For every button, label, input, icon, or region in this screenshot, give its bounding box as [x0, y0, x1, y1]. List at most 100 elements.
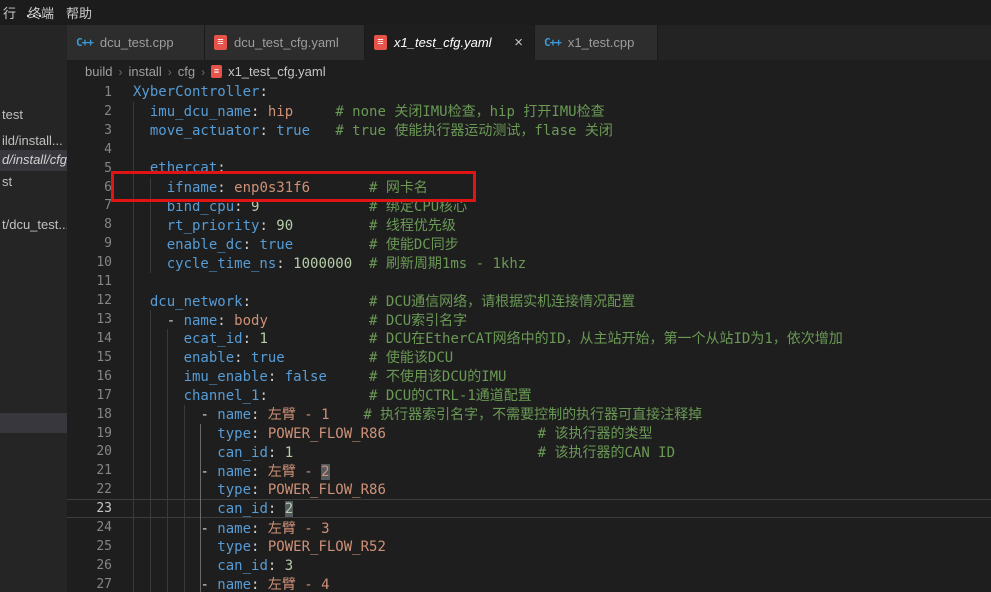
code-line-text[interactable]: - name: 左臂 - 1 # 执行器索引名字，不需要控制的执行器可直接注释掉 — [133, 404, 702, 424]
sidebar-item[interactable]: d/install/cfg — [2, 152, 67, 167]
line-number[interactable]: 6 — [67, 180, 112, 195]
code-line-text[interactable]: - name: 左臂 - 2 — [133, 461, 330, 481]
code-line[interactable]: 24 - name: 左臂 - 3 — [67, 518, 991, 537]
tab-dcu-test-cpp[interactable]: C++dcu_test.cpp — [67, 25, 205, 60]
code-line-text[interactable]: type: POWER_FLOW_R86 # 该执行器的类型 — [133, 423, 652, 443]
editor-pane[interactable]: 1 XyberController: 2 imu_dcu_name: hip # n… — [67, 83, 991, 592]
breadcrumb-item[interactable]: cfg — [178, 64, 195, 79]
line-number[interactable]: 19 — [67, 426, 112, 441]
code-line[interactable]: 2 imu_dcu_name: hip # none 关闭IMU检查，hip 打… — [67, 102, 991, 121]
code-line[interactable]: 11 — [67, 272, 991, 291]
code-line[interactable]: 27 - name: 左臂 - 4 — [67, 575, 991, 592]
line-number[interactable]: 2 — [67, 104, 112, 119]
cpp-file-icon: C++ — [76, 36, 93, 49]
line-number[interactable]: 21 — [67, 463, 112, 478]
code-line[interactable]: 3 move_actuator: true # true 使能执行器运动测试，f… — [67, 121, 991, 140]
line-number[interactable]: 1 — [67, 85, 112, 100]
code-line-text[interactable]: enable_dc: true # 使能DC同步 — [133, 234, 459, 254]
line-number[interactable]: 11 — [67, 274, 112, 289]
menu-item[interactable]: 行 — [3, 3, 22, 22]
line-number[interactable]: 15 — [67, 350, 112, 365]
yaml-file-icon: ≡ — [374, 35, 387, 50]
code-line[interactable]: 19 type: POWER_FLOW_R86 # 该执行器的类型 — [67, 424, 991, 443]
line-number[interactable]: 9 — [67, 236, 112, 251]
line-number[interactable]: 22 — [67, 482, 112, 497]
line-number[interactable]: 27 — [67, 577, 112, 592]
line-number[interactable]: 16 — [67, 369, 112, 384]
sidebar-item[interactable]: ild/install... — [2, 133, 63, 148]
code-line-text[interactable]: imu_dcu_name: hip # none 关闭IMU检查，hip 打开I… — [133, 101, 605, 121]
cpp-file-icon: C++ — [544, 36, 561, 49]
vscode-window: 行终端帮助 test ild/install... d/install/cfg st t… — [0, 0, 991, 592]
code-line[interactable]: 16 imu_enable: false # 不使用该DCU的IMU — [67, 367, 991, 386]
line-number[interactable]: 26 — [67, 558, 112, 573]
code-line-text[interactable]: dcu_network: # DCU通信网络，请根据实机连接情况配置 — [133, 291, 635, 311]
breadcrumb-separator-icon: › — [118, 65, 122, 79]
line-number[interactable]: 10 — [67, 255, 112, 270]
breadcrumb-item[interactable]: build — [85, 64, 112, 79]
sidebar-selection-bar[interactable] — [0, 413, 67, 433]
code-line[interactable]: 26 can_id: 3 — [67, 556, 991, 575]
code-line-text[interactable]: channel_1: # DCU的CTRL-1通道配置 — [133, 385, 532, 405]
line-number[interactable]: 8 — [67, 217, 112, 232]
code-line-text[interactable]: enable: true # 使能该DCU — [133, 347, 453, 367]
code-line[interactable]: 25 type: POWER_FLOW_R52 — [67, 537, 991, 556]
line-number[interactable]: 25 — [67, 539, 112, 554]
sidebar-item[interactable]: st — [2, 174, 12, 189]
code-line-text[interactable]: can_id: 1 # 该执行器的CAN ID — [133, 442, 675, 462]
line-number[interactable]: 20 — [67, 444, 112, 459]
menu-item[interactable]: 帮助 — [60, 3, 98, 22]
code-line-text[interactable]: move_actuator: true # true 使能执行器运动测试，fla… — [133, 120, 613, 140]
line-number[interactable]: 4 — [67, 142, 112, 157]
code-line[interactable]: 23 can_id: 2 — [67, 499, 991, 518]
line-number[interactable]: 13 — [67, 312, 112, 327]
code-line[interactable]: 13 - name: body # DCU索引名字 — [67, 310, 991, 329]
code-line[interactable]: 1 XyberController: — [67, 83, 991, 102]
code-line-text[interactable]: cycle_time_ns: 1000000 # 刷新周期1ms - 1khz — [133, 253, 526, 273]
line-number[interactable]: 24 — [67, 520, 112, 535]
code-line[interactable]: 20 can_id: 1 # 该执行器的CAN ID — [67, 443, 991, 462]
code-line-text[interactable]: XyberController: — [133, 84, 268, 100]
code-line-text[interactable]: imu_enable: false # 不使用该DCU的IMU — [133, 366, 506, 386]
code-line[interactable]: 9 enable_dc: true # 使能DC同步 — [67, 234, 991, 253]
line-number[interactable]: 3 — [67, 123, 112, 138]
code-line[interactable]: 4 — [67, 140, 991, 159]
code-line-text[interactable]: can_id: 3 — [133, 558, 293, 574]
tab-close-icon[interactable]: × — [512, 35, 525, 50]
sidebar-item[interactable]: test — [2, 107, 23, 122]
line-number[interactable]: 23 — [67, 501, 112, 516]
line-number[interactable]: 12 — [67, 293, 112, 308]
breadcrumb-item[interactable]: install — [128, 64, 161, 79]
code-line[interactable]: 15 enable: true # 使能该DCU — [67, 348, 991, 367]
code-line-text[interactable]: - name: 左臂 - 3 — [133, 518, 330, 538]
code-line[interactable]: 14 ecat_id: 1 # DCU在EtherCAT网络中的ID，从主站开始… — [67, 329, 991, 348]
tab-x1-test-cfg-yaml[interactable]: ≡x1_test_cfg.yaml× — [365, 25, 535, 60]
tab-x1-test-cpp[interactable]: C++x1_test.cpp — [535, 25, 658, 60]
code-line[interactable]: 12 dcu_network: # DCU通信网络，请根据实机连接情况配置 — [67, 291, 991, 310]
code-line[interactable]: 22 type: POWER_FLOW_R86 — [67, 480, 991, 499]
code-line[interactable]: 10 cycle_time_ns: 1000000 # 刷新周期1ms - 1k… — [67, 253, 991, 272]
code-line-text[interactable]: type: POWER_FLOW_R86 — [133, 482, 386, 498]
code-line[interactable]: 21 - name: 左臂 - 2 — [67, 461, 991, 480]
indent-guide — [150, 310, 151, 592]
code-line-text[interactable]: ecat_id: 1 # DCU在EtherCAT网络中的ID，从主站开始，第一… — [133, 328, 843, 348]
line-number[interactable]: 7 — [67, 198, 112, 213]
line-number[interactable]: 17 — [67, 388, 112, 403]
more-actions-button[interactable]: ··· — [26, 8, 44, 25]
code-line-text[interactable]: - name: body # DCU索引名字 — [133, 310, 467, 330]
code-line-text[interactable]: can_id: 2 — [133, 501, 293, 517]
breadcrumb-separator-icon: › — [168, 65, 172, 79]
code-line[interactable]: 17 channel_1: # DCU的CTRL-1通道配置 — [67, 386, 991, 405]
code-line-text[interactable]: rt_priority: 90 # 线程优先级 — [133, 215, 456, 235]
code-line-text[interactable]: type: POWER_FLOW_R52 — [133, 539, 386, 555]
sidebar-item[interactable]: t/dcu_test... — [2, 217, 67, 232]
code-line[interactable]: 8 rt_priority: 90 # 线程优先级 — [67, 215, 991, 234]
line-number[interactable]: 14 — [67, 331, 112, 346]
line-number[interactable]: 5 — [67, 161, 112, 176]
code-line-text[interactable]: - name: 左臂 - 4 — [133, 574, 330, 592]
code-line[interactable]: 18 - name: 左臂 - 1 # 执行器索引名字，不需要控制的执行器可直接… — [67, 405, 991, 424]
menu-bar: 行终端帮助 — [0, 3, 98, 22]
line-number[interactable]: 18 — [67, 407, 112, 422]
tab-dcu-test-cfg-yaml[interactable]: ≡dcu_test_cfg.yaml — [205, 25, 365, 60]
breadcrumb-item-file[interactable]: x1_test_cfg.yaml — [228, 64, 326, 79]
